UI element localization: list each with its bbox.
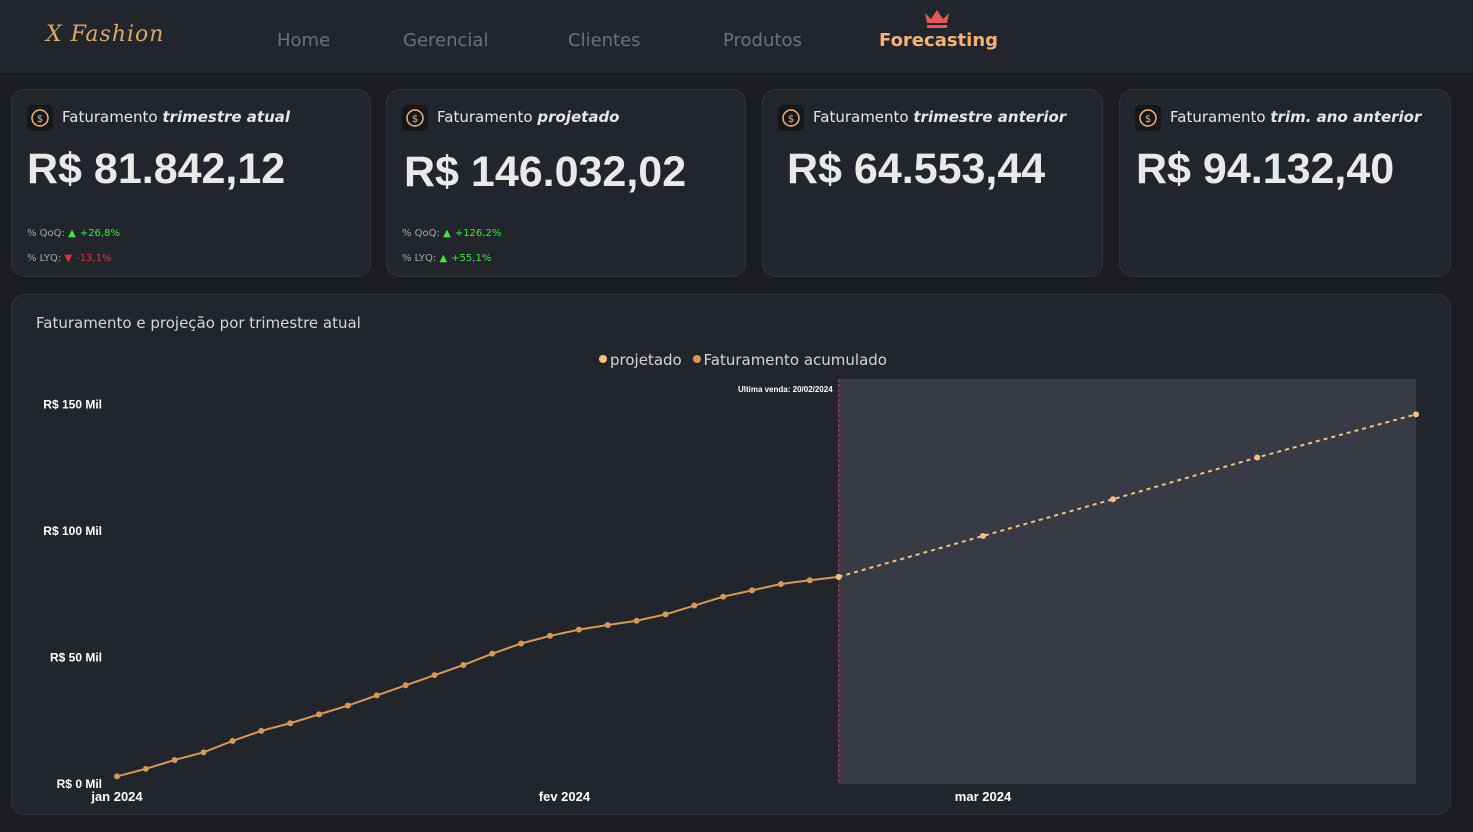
- data-point: [749, 587, 756, 594]
- card-title: Faturamento projetado: [437, 108, 620, 126]
- data-point: [1413, 411, 1419, 418]
- lyq-value: -13,1%: [76, 253, 112, 264]
- data-point: [258, 727, 265, 734]
- data-point: [142, 765, 149, 772]
- nav-gerencial[interactable]: Gerencial: [403, 30, 488, 51]
- lyq-row: % LYQ: ▼ -13,1%: [27, 253, 112, 264]
- data-point: [633, 617, 640, 624]
- svg-text:$: $: [412, 114, 418, 125]
- nav-clientes[interactable]: Clientes: [568, 30, 641, 51]
- last-sale-annotation: Ultima venda: 20/02/2024: [738, 385, 833, 394]
- kpi-card-current-quarter: $ Faturamento trimestre atual R$ 81.842,…: [11, 89, 371, 277]
- data-point: [547, 632, 553, 639]
- card-title: Faturamento trimestre anterior: [813, 108, 1067, 126]
- data-point: [344, 702, 351, 709]
- x-tick-label: fev 2024: [539, 789, 591, 804]
- data-point: [402, 682, 409, 689]
- card-title: Faturamento trim. ano anterior: [1170, 108, 1422, 126]
- arrow-up-icon: ▲: [68, 228, 76, 239]
- data-point: [171, 756, 178, 763]
- line-chart[interactable]: Ultima venda: 20/02/2024R$ 0 MilR$ 50 Mi…: [12, 295, 1450, 814]
- qoq-row: % QoQ: ▲ +126,2%: [402, 228, 502, 239]
- kpi-card-projected: $ Faturamento projetado R$ 146.032,02 % …: [386, 89, 746, 277]
- crown-icon: [925, 10, 949, 28]
- lyq-row: % LYQ: ▲ +55,1%: [402, 253, 492, 264]
- nav-produtos[interactable]: Produtos: [723, 30, 802, 51]
- kpi-card-last-year-quarter: $ Faturamento trim. ano anterior R$ 94.1…: [1119, 89, 1451, 277]
- card-title: Faturamento trimestre atual: [62, 108, 291, 126]
- logo: X Fashion: [46, 22, 165, 47]
- data-point: [316, 711, 323, 718]
- data-point: [691, 602, 698, 609]
- data-point: [229, 737, 236, 744]
- card-value: R$ 64.553,44: [787, 145, 1046, 193]
- card-value: R$ 94.132,40: [1136, 145, 1395, 193]
- kpi-card-previous-quarter: $ Faturamento trimestre anterior R$ 64.5…: [762, 89, 1103, 277]
- nav-forecasting[interactable]: Forecasting: [879, 30, 998, 51]
- card-value: R$ 146.032,02: [404, 148, 687, 196]
- chart-panel: Faturamento e projeção por trimestre atu…: [11, 294, 1451, 815]
- data-point: [980, 532, 986, 539]
- svg-text:$: $: [1145, 114, 1151, 125]
- data-point: [431, 672, 438, 679]
- data-point: [662, 611, 669, 618]
- data-point: [1109, 496, 1116, 503]
- data-point: [200, 749, 207, 756]
- arrow-down-icon: ▼: [64, 253, 73, 264]
- data-point: [460, 662, 467, 669]
- svg-text:$: $: [37, 114, 43, 125]
- arrow-up-icon: ▲: [443, 228, 451, 239]
- y-tick-label: R$ 100 Mil: [43, 524, 102, 538]
- dollar-coin-icon: $: [402, 105, 428, 131]
- projection-region: [838, 379, 1416, 784]
- top-nav-bar: X Fashion Home Gerencial Clientes Produt…: [0, 0, 1473, 74]
- data-point: [287, 720, 294, 727]
- y-tick-label: R$ 50 Mil: [50, 650, 102, 664]
- qoq-value: +26,8%: [79, 228, 120, 239]
- series-line-faturamento: [116, 575, 839, 778]
- dollar-coin-icon: $: [1135, 105, 1161, 131]
- nav-home[interactable]: Home: [277, 30, 330, 51]
- data-point: [373, 692, 380, 699]
- data-point: [777, 581, 784, 588]
- card-value: R$ 81.842,12: [27, 145, 286, 193]
- data-point: [806, 577, 813, 584]
- svg-text:$: $: [788, 114, 794, 125]
- data-point: [835, 573, 842, 580]
- data-point: [518, 640, 525, 647]
- data-point: [604, 622, 611, 629]
- data-point: [114, 773, 120, 780]
- lyq-value: +55,1%: [451, 253, 492, 264]
- y-tick-label: R$ 150 Mil: [43, 397, 102, 411]
- data-point: [720, 593, 727, 600]
- arrow-up-icon: ▲: [439, 253, 448, 264]
- data-point: [575, 626, 582, 633]
- data-point: [1254, 454, 1261, 461]
- data-point: [489, 650, 496, 657]
- dollar-coin-icon: $: [778, 105, 804, 131]
- dollar-coin-icon: $: [27, 105, 53, 131]
- x-tick-label: jan 2024: [90, 789, 143, 804]
- qoq-row: % QoQ: ▲ +26,8%: [27, 228, 120, 239]
- qoq-value: +126,2%: [454, 228, 502, 239]
- x-tick-label: mar 2024: [955, 789, 1012, 804]
